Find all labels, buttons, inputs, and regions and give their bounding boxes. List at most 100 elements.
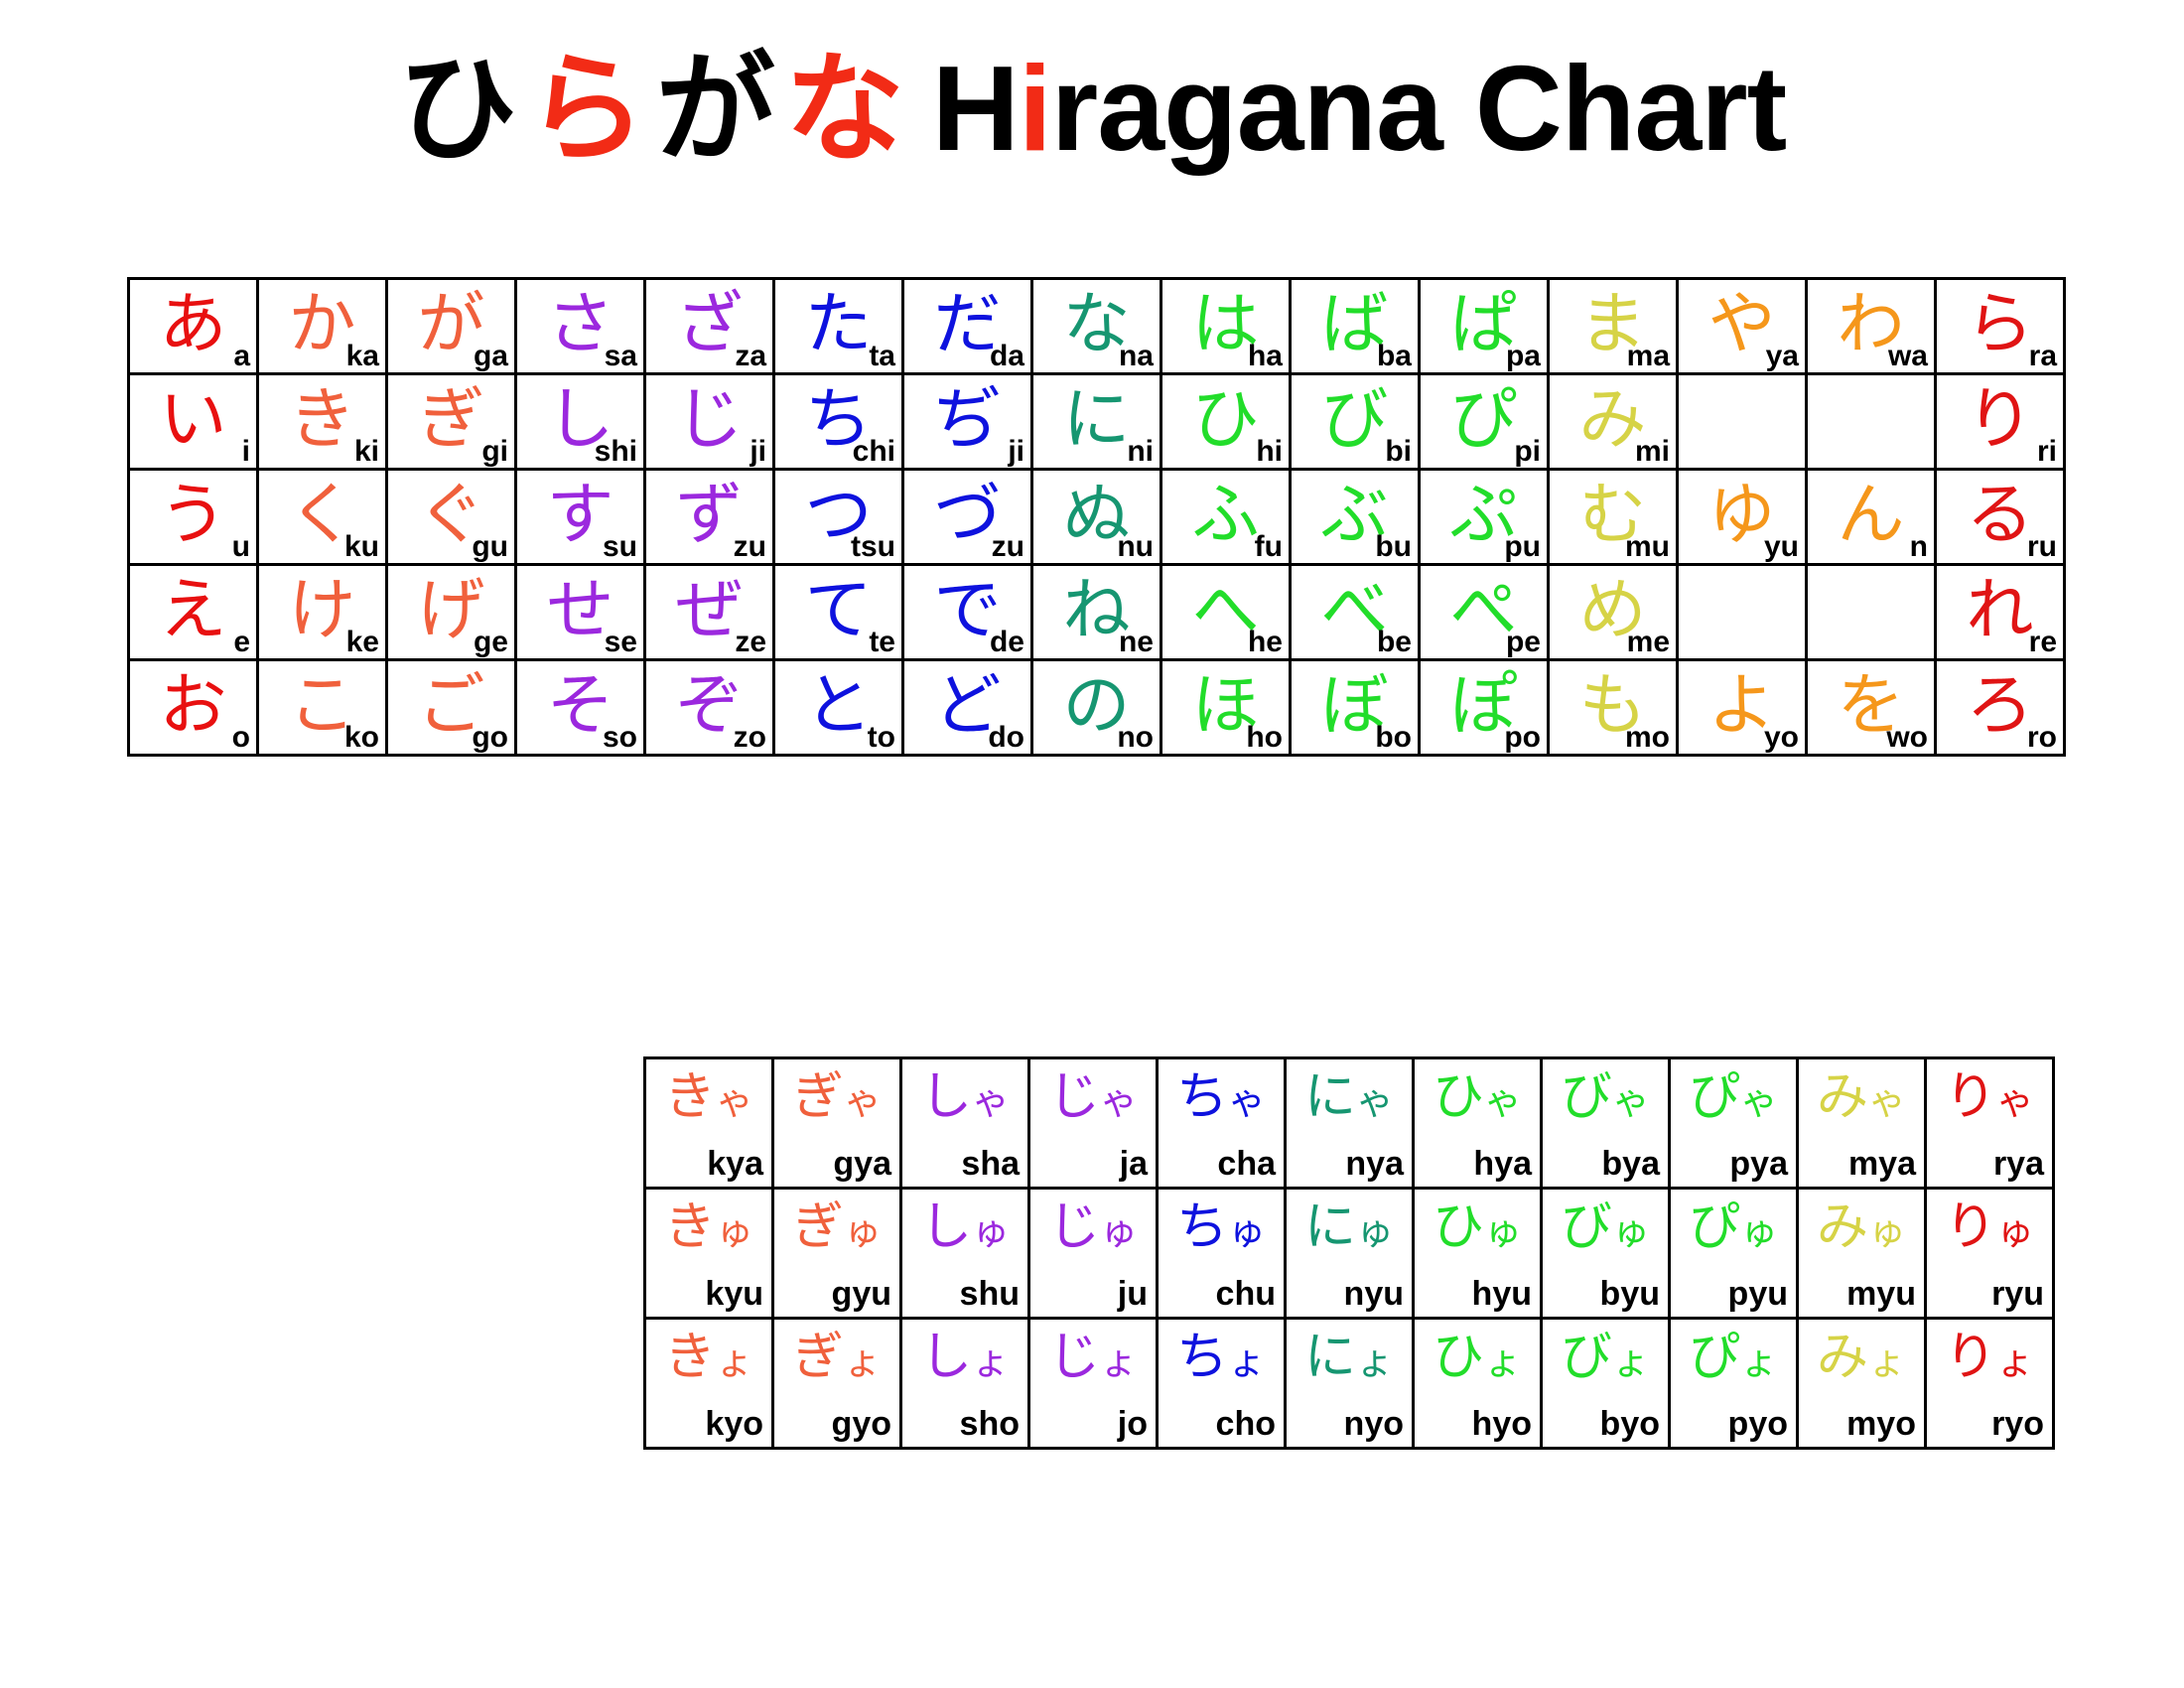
kana-cell-ya[interactable]: や ya (1676, 277, 1808, 375)
kana-cell-na[interactable]: な na (1030, 277, 1162, 375)
kana-cell-so[interactable]: そ so (514, 658, 646, 757)
kana-cell-zu[interactable]: ず zu (643, 468, 775, 566)
kana-cell-ja[interactable]: じゃ ja (1027, 1056, 1159, 1190)
kana-cell-pyu[interactable]: ぴゅ pyu (1668, 1187, 1799, 1320)
kana-cell-ba[interactable]: ば ba (1289, 277, 1421, 375)
kana-cell-byu[interactable]: びゅ byu (1540, 1187, 1671, 1320)
kana-cell-cha[interactable]: ちゃ cha (1156, 1056, 1287, 1190)
kana-cell-da[interactable]: だ da (901, 277, 1033, 375)
kana-cell-ma[interactable]: ま ma (1547, 277, 1679, 375)
kana-cell-gya[interactable]: ぎゃ gya (771, 1056, 902, 1190)
kana-cell-n[interactable]: んn (1805, 468, 1937, 566)
kana-cell-ro[interactable]: ろ ro (1934, 658, 2066, 757)
kana-cell-zu[interactable]: づ zu (901, 468, 1033, 566)
kana-cell-i[interactable]: いi (127, 372, 259, 471)
kana-cell-ryu[interactable]: りゅ ryu (1924, 1187, 2055, 1320)
kana-cell-hya[interactable]: ひゃ hya (1412, 1056, 1543, 1190)
kana-cell-hi[interactable]: ひ hi (1160, 372, 1292, 471)
kana-cell-chi[interactable]: ち chi (772, 372, 904, 471)
kana-cell-bo[interactable]: ぼ bo (1289, 658, 1421, 757)
kana-cell-pa[interactable]: ぱ pa (1418, 277, 1550, 375)
kana-cell-za[interactable]: ざ za (643, 277, 775, 375)
kana-cell-shi[interactable]: し shi (514, 372, 646, 471)
kana-cell-sho[interactable]: しょ sho (899, 1317, 1030, 1450)
kana-cell-te[interactable]: て te (772, 563, 904, 661)
kana-cell-ko[interactable]: こ ko (256, 658, 388, 757)
kana-cell-u[interactable]: うu (127, 468, 259, 566)
kana-cell-gi[interactable]: ぎ gi (385, 372, 517, 471)
kana-cell-ju[interactable]: じゅ ju (1027, 1187, 1159, 1320)
kana-cell-gu[interactable]: ぐ gu (385, 468, 517, 566)
kana-cell-do[interactable]: ど do (901, 658, 1033, 757)
kana-cell-o[interactable]: おo (127, 658, 259, 757)
kana-cell-nyo[interactable]: にょ nyo (1284, 1317, 1415, 1450)
kana-cell-pi[interactable]: ぴ pi (1418, 372, 1550, 471)
kana-cell-wa[interactable]: わ wa (1805, 277, 1937, 375)
kana-cell-pe[interactable]: ぺ pe (1418, 563, 1550, 661)
kana-cell-de[interactable]: で de (901, 563, 1033, 661)
kana-cell-nya[interactable]: にゃ nya (1284, 1056, 1415, 1190)
kana-cell-no[interactable]: の no (1030, 658, 1162, 757)
kana-cell-go[interactable]: ご go (385, 658, 517, 757)
kana-cell-ki[interactable]: き ki (256, 372, 388, 471)
kana-cell-bya[interactable]: びゃ bya (1540, 1056, 1671, 1190)
kana-cell-tsu[interactable]: つ tsu (772, 468, 904, 566)
kana-cell-ta[interactable]: た ta (772, 277, 904, 375)
kana-cell-to[interactable]: と to (772, 658, 904, 757)
kana-cell-ji[interactable]: ぢ ji (901, 372, 1033, 471)
kana-cell-me[interactable]: め me (1547, 563, 1679, 661)
kana-cell-ne[interactable]: ね ne (1030, 563, 1162, 661)
kana-cell-bi[interactable]: び bi (1289, 372, 1421, 471)
kana-cell-ryo[interactable]: りょ ryo (1924, 1317, 2055, 1450)
kana-cell-e[interactable]: えe (127, 563, 259, 661)
kana-cell-a[interactable]: あa (127, 277, 259, 375)
kana-cell-nyu[interactable]: にゅ nyu (1284, 1187, 1415, 1320)
kana-cell-ga[interactable]: が ga (385, 277, 517, 375)
kana-cell-bu[interactable]: ぶ bu (1289, 468, 1421, 566)
kana-cell-ji[interactable]: じ ji (643, 372, 775, 471)
kana-cell-ka[interactable]: か ka (256, 277, 388, 375)
kana-cell-po[interactable]: ぽ po (1418, 658, 1550, 757)
kana-cell-mu[interactable]: む mu (1547, 468, 1679, 566)
kana-cell-ze[interactable]: ぜ ze (643, 563, 775, 661)
kana-cell-wo[interactable]: を wo (1805, 658, 1937, 757)
kana-cell-ke[interactable]: け ke (256, 563, 388, 661)
kana-cell-pya[interactable]: ぴゃ pya (1668, 1056, 1799, 1190)
kana-cell-gyo[interactable]: ぎょ gyo (771, 1317, 902, 1450)
kana-cell-gyu[interactable]: ぎゅ gyu (771, 1187, 902, 1320)
kana-cell-su[interactable]: す su (514, 468, 646, 566)
kana-cell-ha[interactable]: は ha (1160, 277, 1292, 375)
kana-cell-yo[interactable]: よ yo (1676, 658, 1808, 757)
kana-cell-pyo[interactable]: ぴょ pyo (1668, 1317, 1799, 1450)
kana-cell-ri[interactable]: り ri (1934, 372, 2066, 471)
kana-cell-kyu[interactable]: きゅ kyu (643, 1187, 774, 1320)
kana-cell-nu[interactable]: ぬ nu (1030, 468, 1162, 566)
kana-cell-chu[interactable]: ちゅ chu (1156, 1187, 1287, 1320)
kana-cell-shu[interactable]: しゅ shu (899, 1187, 1030, 1320)
kana-cell-mo[interactable]: も mo (1547, 658, 1679, 757)
kana-cell-ni[interactable]: に ni (1030, 372, 1162, 471)
kana-cell-mi[interactable]: み mi (1547, 372, 1679, 471)
kana-cell-sha[interactable]: しゃ sha (899, 1056, 1030, 1190)
kana-cell-he[interactable]: へ he (1160, 563, 1292, 661)
kana-cell-ru[interactable]: る ru (1934, 468, 2066, 566)
kana-cell-kya[interactable]: きゃ kya (643, 1056, 774, 1190)
kana-cell-jo[interactable]: じょ jo (1027, 1317, 1159, 1450)
kana-cell-ku[interactable]: く ku (256, 468, 388, 566)
kana-cell-ge[interactable]: げ ge (385, 563, 517, 661)
kana-cell-ra[interactable]: ら ra (1934, 277, 2066, 375)
kana-cell-kyo[interactable]: きょ kyo (643, 1317, 774, 1450)
kana-cell-ho[interactable]: ほ ho (1160, 658, 1292, 757)
kana-cell-yu[interactable]: ゆ yu (1676, 468, 1808, 566)
kana-cell-se[interactable]: せ se (514, 563, 646, 661)
kana-cell-hyu[interactable]: ひゅ hyu (1412, 1187, 1543, 1320)
kana-cell-pu[interactable]: ぷ pu (1418, 468, 1550, 566)
kana-cell-re[interactable]: れ re (1934, 563, 2066, 661)
kana-cell-myu[interactable]: みゅ myu (1796, 1187, 1927, 1320)
kana-cell-myo[interactable]: みょ myo (1796, 1317, 1927, 1450)
kana-cell-be[interactable]: べ be (1289, 563, 1421, 661)
kana-cell-byo[interactable]: びょ byo (1540, 1317, 1671, 1450)
kana-cell-mya[interactable]: みゃ mya (1796, 1056, 1927, 1190)
kana-cell-hyo[interactable]: ひょ hyo (1412, 1317, 1543, 1450)
kana-cell-cho[interactable]: ちょ cho (1156, 1317, 1287, 1450)
